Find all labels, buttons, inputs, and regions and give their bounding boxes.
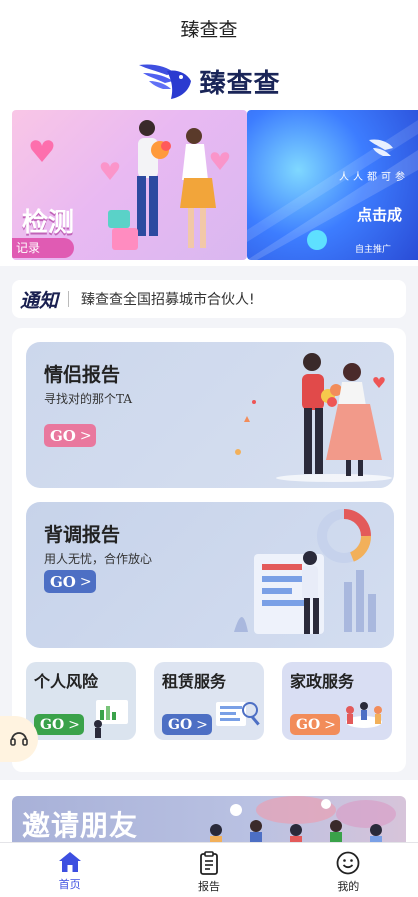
- rental-service-title: 租赁服务: [162, 672, 227, 691]
- chevron-right-icon: >: [79, 573, 92, 590]
- bottom-tab-bar: 首页 报告 我的: [0, 842, 418, 897]
- go-label: GO: [168, 716, 193, 733]
- couple-flowers-illustration: [235, 353, 392, 482]
- tab-home[interactable]: 首页: [0, 843, 139, 897]
- chevron-right-icon: >: [324, 716, 336, 733]
- housekeeping-service-card[interactable]: 家政服务 GO >: [282, 662, 392, 740]
- housekeeping-service-title: 家政服务: [290, 672, 355, 691]
- notice-divider: [68, 291, 70, 307]
- notice-bar[interactable]: 通知 臻查查全国招募城市合伙人!: [12, 280, 406, 318]
- personal-risk-card[interactable]: 个人风险 GO >: [26, 662, 136, 740]
- risk-chart-illustration: [94, 700, 128, 738]
- background-report-subtitle: 用人无忧，合作放心: [44, 552, 153, 566]
- background-report-card[interactable]: 背调报告 用人无忧，合作放心 GO >: [26, 502, 394, 648]
- couple-report-title: 情侣报告: [44, 364, 121, 386]
- banner-slide-couple-test[interactable]: 检测 记录: [12, 110, 247, 260]
- personal-risk-title: 个人风险: [34, 672, 99, 691]
- people-chat-illustration: [210, 796, 396, 848]
- clipboard-icon: [200, 851, 218, 875]
- banner-slide-promo[interactable]: 人人都可参 点击成 自主推广: [247, 110, 418, 260]
- banner-slide1-heading: 检测: [22, 208, 75, 238]
- report-panel: 情侣报告 寻找对的那个TA GO > 背调报告 用人无忧，合作放心 GO > 个…: [12, 328, 406, 772]
- chevron-right-icon: >: [68, 716, 80, 733]
- logo-row: 臻查查: [0, 56, 418, 106]
- page-title: 臻查查: [180, 18, 238, 41]
- chevron-right-icon: >: [79, 427, 92, 444]
- background-report-go-button[interactable]: GO >: [44, 570, 96, 593]
- banner-carousel[interactable]: 检测 记录 人人都可参 点击成 自主推广: [0, 106, 418, 266]
- smiley-icon: [336, 851, 360, 875]
- background-report-title: 背调报告: [44, 524, 121, 546]
- home-icon: [58, 852, 81, 872]
- banner-slide2-line2: 点击成: [357, 206, 403, 224]
- promo-background: [247, 120, 418, 260]
- bird-logo-icon: [139, 64, 192, 99]
- go-label: GO: [296, 716, 321, 733]
- banner-slide1-pill[interactable]: 记录: [12, 238, 74, 258]
- tab-mine-label: 我的: [337, 880, 360, 893]
- go-label: GO: [50, 572, 76, 591]
- go-label: GO: [40, 716, 65, 733]
- notice-message: 臻查查全国招募城市合伙人!: [81, 292, 255, 308]
- invite-text: 邀请朋友: [22, 809, 139, 842]
- tab-mine[interactable]: 我的: [279, 843, 418, 897]
- couple-report-card[interactable]: 情侣报告 寻找对的那个TA GO >: [26, 342, 394, 488]
- invite-friends-banner[interactable]: 邀请朋友: [12, 796, 406, 848]
- top-bar: 臻查查: [0, 0, 418, 56]
- invite-section: 邀请朋友: [0, 780, 418, 848]
- meeting-illustration: [346, 702, 382, 728]
- tab-home-label: 首页: [58, 878, 81, 891]
- go-label: GO: [50, 426, 76, 445]
- rental-illustration: [216, 702, 260, 726]
- analyst-dashboard-illustration: [234, 509, 376, 634]
- couple-report-subtitle: 寻找对的那个TA: [44, 392, 133, 406]
- couple-report-go-button[interactable]: GO >: [44, 424, 96, 447]
- banner-slide2-line3: 自主推广: [355, 245, 392, 255]
- tab-report[interactable]: 报告: [139, 843, 278, 897]
- personal-risk-go-button[interactable]: GO >: [34, 714, 84, 735]
- rental-service-card[interactable]: 租赁服务 GO >: [154, 662, 264, 740]
- housekeeping-service-go-button[interactable]: GO >: [290, 714, 340, 735]
- banner-slide2-line1: 人人都可参: [339, 172, 409, 183]
- chevron-right-icon: >: [196, 716, 208, 733]
- tab-report-label: 报告: [197, 880, 220, 893]
- rental-service-go-button[interactable]: GO >: [162, 714, 212, 735]
- headset-icon: [10, 732, 28, 746]
- brand-name: 臻查查: [199, 68, 281, 99]
- notice-label: 通知: [20, 289, 59, 312]
